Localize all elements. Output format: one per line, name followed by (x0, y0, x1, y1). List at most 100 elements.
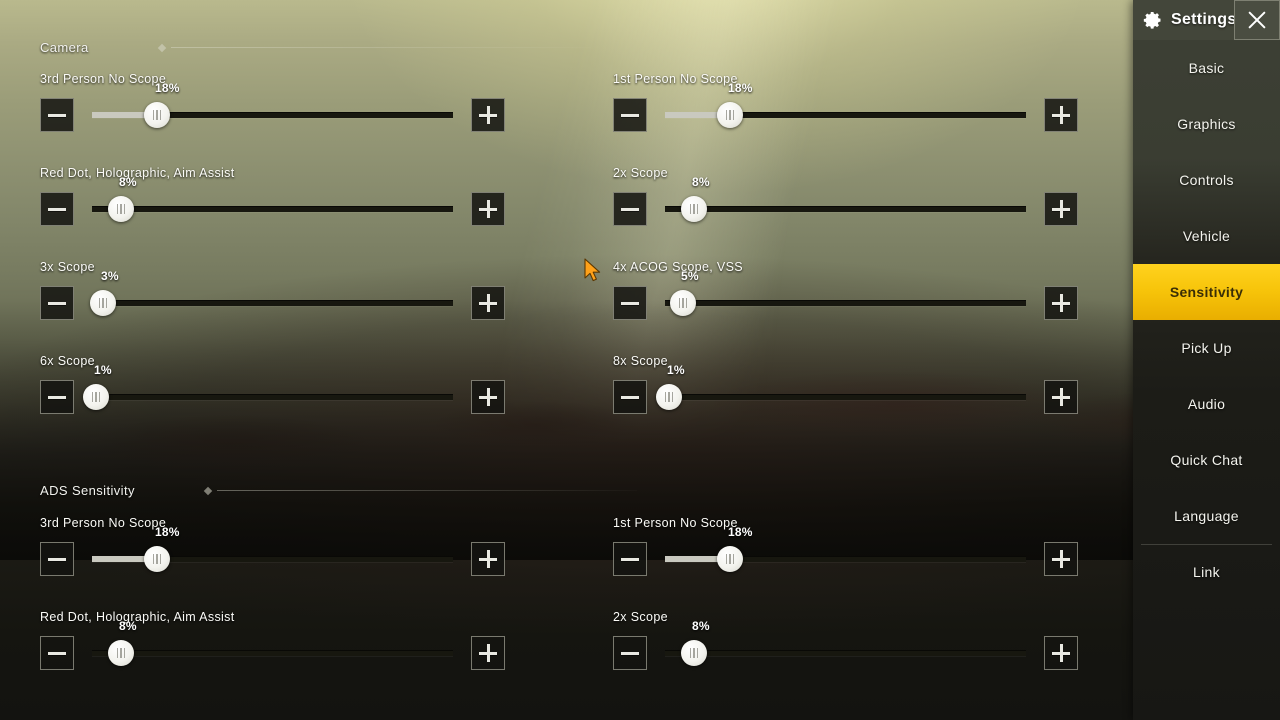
decrement-button[interactable] (40, 636, 74, 670)
decrement-button[interactable] (40, 98, 74, 132)
increment-button[interactable] (471, 286, 505, 320)
sensitivity-slider[interactable]: 3% (90, 269, 453, 326)
sensitivity-slider[interactable]: 1% (656, 363, 1026, 420)
slider-thumb[interactable] (90, 290, 116, 316)
gear-icon (1143, 10, 1163, 30)
sidebar-item-label: Language (1174, 508, 1239, 524)
section-title: Camera (40, 40, 89, 55)
slider-track[interactable] (92, 394, 453, 400)
sensitivity-slider[interactable]: 5% (665, 269, 1026, 326)
slider-control-group: 5% (613, 269, 1078, 326)
sensitivity-setting-row: Red Dot, Holographic, Aim Assist 8% (40, 166, 505, 236)
slider-thumb[interactable] (144, 546, 170, 572)
sidebar-item-label: Graphics (1177, 116, 1236, 132)
sidebar-item-pick-up[interactable]: Pick Up (1133, 320, 1280, 376)
sensitivity-slider[interactable]: 8% (665, 175, 1026, 232)
sidebar-item-sensitivity[interactable]: Sensitivity (1133, 264, 1280, 320)
slider-track[interactable] (665, 206, 1026, 212)
decrement-button[interactable] (40, 380, 74, 414)
setting-label: 1st Person No Scope (613, 516, 738, 530)
sensitivity-setting-row: 2x Scope 8% (613, 166, 1078, 236)
increment-button[interactable] (1044, 636, 1078, 670)
sensitivity-slider[interactable]: 18% (92, 81, 453, 138)
increment-button[interactable] (471, 98, 505, 132)
slider-track[interactable] (92, 650, 453, 656)
section-title: ADS Sensitivity (40, 483, 135, 498)
slider-control-group: 1% (613, 363, 1078, 420)
slider-thumb[interactable] (717, 102, 743, 128)
decrement-button[interactable] (40, 542, 74, 576)
sensitivity-slider[interactable]: 18% (665, 525, 1026, 582)
slider-track[interactable] (665, 394, 1026, 400)
sidebar-item-quick-chat[interactable]: Quick Chat (1133, 432, 1280, 488)
sidebar-item-controls[interactable]: Controls (1133, 152, 1280, 208)
close-button[interactable] (1234, 0, 1280, 40)
sidebar-item-link[interactable]: Link (1133, 544, 1280, 600)
slider-thumb[interactable] (144, 102, 170, 128)
slider-control-group: 18% (613, 525, 1078, 582)
decrement-button[interactable] (613, 380, 647, 414)
decrement-button[interactable] (613, 98, 647, 132)
sensitivity-slider[interactable]: 8% (92, 175, 453, 232)
slider-thumb[interactable] (656, 384, 682, 410)
sensitivity-setting-row: 3rd Person No Scope 18% (40, 72, 505, 142)
slider-thumb[interactable] (681, 640, 707, 666)
minus-icon (621, 207, 639, 211)
slider-control-group: 8% (40, 619, 505, 676)
setting-label: 3rd Person No Scope (40, 516, 167, 530)
decrement-button[interactable] (613, 636, 647, 670)
sidebar-item-language[interactable]: Language (1133, 488, 1280, 544)
sidebar-item-audio[interactable]: Audio (1133, 376, 1280, 432)
minus-icon (621, 395, 639, 399)
slider-thumb[interactable] (108, 196, 134, 222)
decrement-button[interactable] (40, 286, 74, 320)
increment-button[interactable] (471, 380, 505, 414)
increment-button[interactable] (1044, 98, 1078, 132)
slider-thumb[interactable] (83, 384, 109, 410)
sidebar-item-basic[interactable]: Basic (1133, 40, 1280, 96)
sensitivity-slider[interactable]: 8% (92, 619, 453, 676)
close-icon (1248, 11, 1266, 29)
sidebar-item-label: Basic (1188, 60, 1225, 76)
minus-icon (48, 207, 66, 211)
sidebar-item-label: Audio (1187, 396, 1226, 412)
sensitivity-slider[interactable]: 1% (83, 363, 453, 420)
slider-value: 8% (692, 619, 710, 633)
sidebar-item-label: Pick Up (1181, 340, 1232, 356)
slider-thumb[interactable] (108, 640, 134, 666)
increment-button[interactable] (471, 636, 505, 670)
slider-control-group: 18% (40, 525, 505, 582)
minus-icon (621, 301, 639, 305)
sidebar-item-graphics[interactable]: Graphics (1133, 96, 1280, 152)
sidebar-item-vehicle[interactable]: Vehicle (1133, 208, 1280, 264)
sensitivity-slider[interactable]: 8% (665, 619, 1026, 676)
sidebar-item-label: Link (1193, 564, 1220, 580)
slider-control-group: 8% (613, 619, 1078, 676)
sensitivity-setting-row: 1st Person No Scope 18% (613, 516, 1078, 586)
slider-thumb[interactable] (670, 290, 696, 316)
slider-track[interactable] (665, 650, 1026, 656)
sensitivity-slider[interactable]: 18% (92, 525, 453, 582)
increment-button[interactable] (1044, 380, 1078, 414)
increment-button[interactable] (1044, 542, 1078, 576)
increment-button[interactable] (1044, 192, 1078, 226)
decrement-button[interactable] (613, 286, 647, 320)
sensitivity-slider[interactable]: 18% (665, 81, 1026, 138)
increment-button[interactable] (1044, 286, 1078, 320)
sensitivity-setting-row: 4x ACOG Scope, VSS 5% (613, 260, 1078, 330)
decrement-button[interactable] (40, 192, 74, 226)
increment-button[interactable] (471, 542, 505, 576)
plus-icon (479, 106, 497, 124)
increment-button[interactable] (471, 192, 505, 226)
slider-thumb[interactable] (717, 546, 743, 572)
section-header: Camera (40, 40, 591, 55)
slider-track[interactable] (92, 206, 453, 212)
slider-value: 18% (728, 525, 753, 539)
slider-track[interactable] (665, 300, 1026, 306)
slider-thumb[interactable] (681, 196, 707, 222)
sensitivity-setting-row: Red Dot, Holographic, Aim Assist 8% (40, 610, 505, 680)
decrement-button[interactable] (613, 192, 647, 226)
slider-track[interactable] (92, 300, 453, 306)
minus-icon (48, 651, 66, 655)
decrement-button[interactable] (613, 542, 647, 576)
